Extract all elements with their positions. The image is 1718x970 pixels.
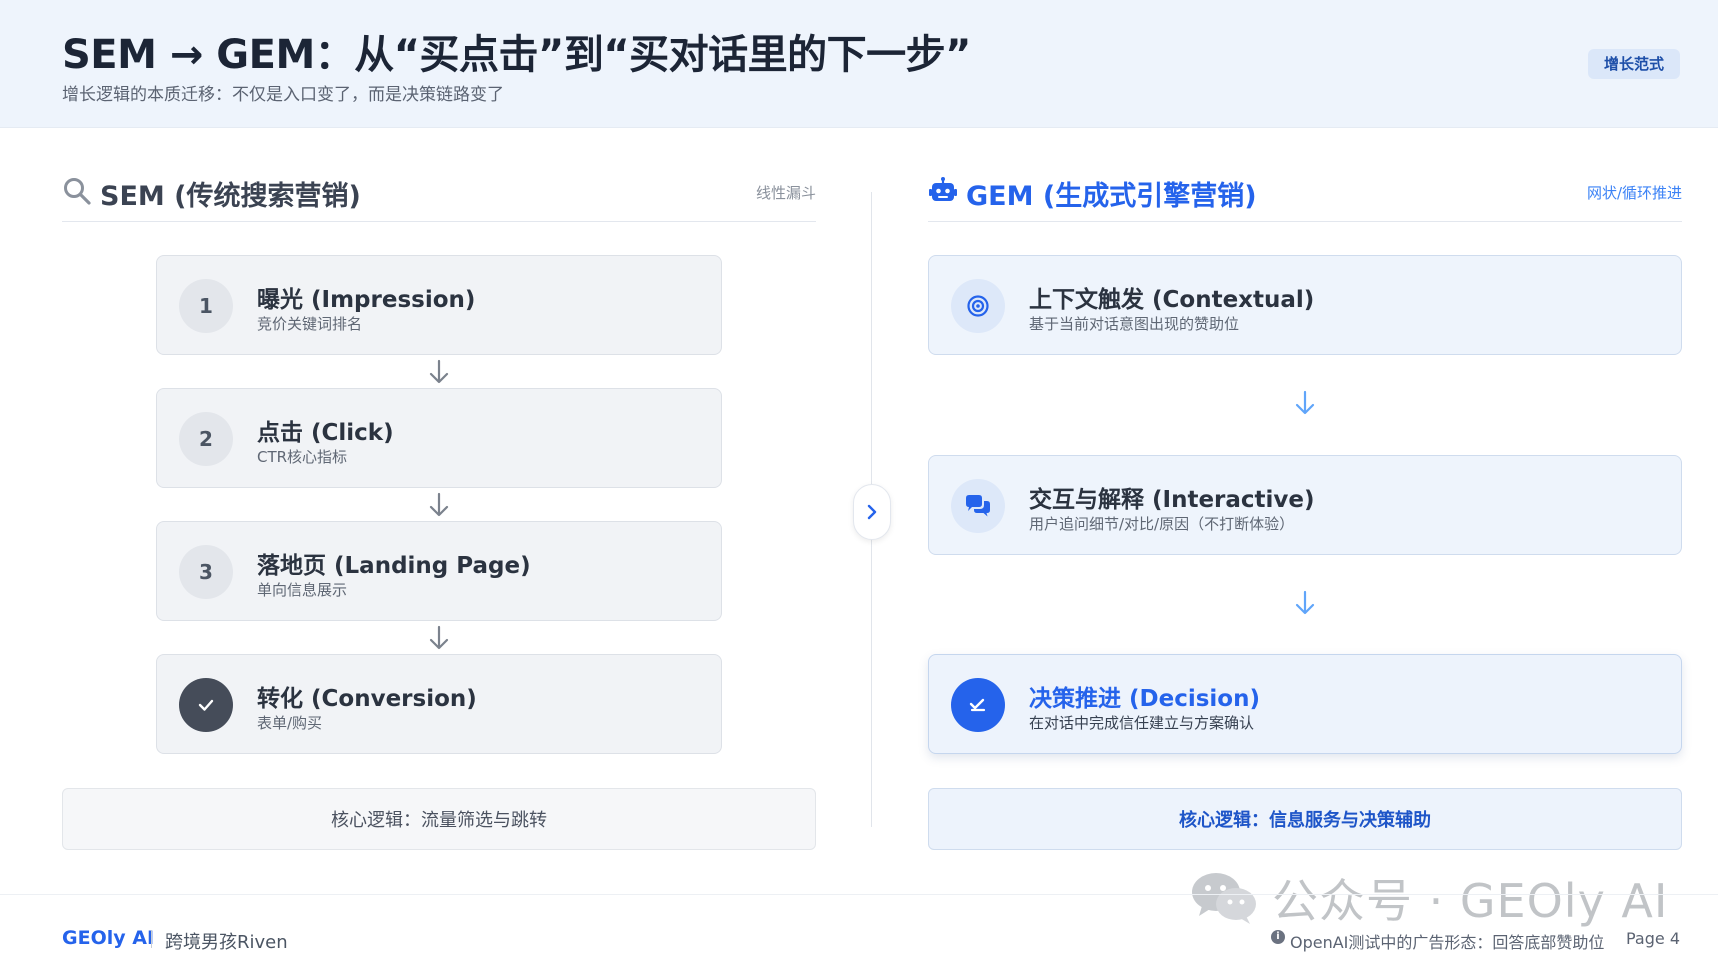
- step-number-badge: 1: [179, 279, 233, 333]
- next-button[interactable]: [853, 484, 891, 540]
- step-description: 基于当前对话意图出现的赞助位: [1029, 315, 1240, 333]
- footer-author: 跨境男孩Riven: [165, 932, 288, 953]
- slide-footer: GEOly AI 跨境男孩Riven i OpenAI测试中的广告形态：回答底部…: [0, 894, 1718, 970]
- gem-step-contextual: 上下文触发 (Contextual) 基于当前对话意图出现的赞助位: [928, 255, 1682, 355]
- step-icon-badge: [951, 479, 1005, 533]
- sem-header: SEM (传统搜索营销) 线性漏斗: [62, 170, 816, 222]
- sem-step-impression: 1 曝光 (Impression) 竞价关键词排名: [156, 255, 722, 355]
- footer-separator: [151, 930, 152, 948]
- arrow-down-icon: [1295, 590, 1315, 615]
- page-title: SEM → GEM：从“买点击”到“买对话里的下一步”: [62, 32, 971, 78]
- gem-title: GEM (生成式引擎营销): [966, 181, 1257, 212]
- sem-step-conversion: 转化 (Conversion) 表单/购买: [156, 654, 722, 754]
- sem-column: SEM (传统搜索营销) 线性漏斗 1 曝光 (Impression) 竞价关键…: [62, 170, 816, 850]
- search-icon: [64, 178, 91, 205]
- check-icon: [198, 699, 214, 711]
- step-title: 点击 (Click): [257, 420, 394, 446]
- step-description: CTR核心指标: [257, 448, 348, 466]
- arrow-down-icon: [429, 492, 449, 517]
- robot-icon: [929, 177, 957, 201]
- gem-core-logic: 核心逻辑：信息服务与决策辅助: [928, 788, 1682, 850]
- sem-core-logic: 核心逻辑：流量筛选与跳转: [62, 788, 816, 850]
- step-icon-badge: [951, 279, 1005, 333]
- sem-step-click: 2 点击 (Click) CTR核心指标: [156, 388, 722, 488]
- step-number-badge: 3: [179, 545, 233, 599]
- step-title: 交互与解释 (Interactive): [1029, 487, 1315, 513]
- slide-header: SEM → GEM：从“买点击”到“买对话里的下一步” 增长逻辑的本质迁移：不仅…: [0, 0, 1718, 128]
- arrow-down-icon: [1295, 390, 1315, 415]
- step-check-badge: [179, 678, 233, 732]
- chat-bubbles-icon: [966, 495, 990, 517]
- footer-note: OpenAI测试中的广告形态：回答底部赞助位: [1290, 933, 1605, 952]
- step-check-badge: [951, 678, 1005, 732]
- sem-step-landing-page: 3 落地页 (Landing Page) 单向信息展示: [156, 521, 722, 621]
- arrow-down-icon: [429, 359, 449, 384]
- step-title: 转化 (Conversion): [257, 686, 477, 712]
- target-icon: [967, 295, 989, 317]
- step-title: 曝光 (Impression): [257, 287, 476, 313]
- sem-title: SEM (传统搜索营销): [100, 181, 361, 212]
- gem-column: GEM (生成式引擎营销) 网状/循环推进 上下文触发 (Contextual)…: [928, 170, 1682, 850]
- step-description: 表单/购买: [257, 714, 323, 732]
- page-subtitle: 增长逻辑的本质迁移：不仅是入口变了，而是决策链路变了: [62, 85, 504, 105]
- gem-header: GEM (生成式引擎营销) 网状/循环推进: [928, 170, 1682, 222]
- gem-step-decision: 决策推进 (Decision) 在对话中完成信任建立与方案确认: [928, 654, 1682, 754]
- step-description: 单向信息展示: [257, 581, 348, 599]
- step-number-badge: 2: [179, 412, 233, 466]
- step-title: 决策推进 (Decision): [1029, 686, 1260, 712]
- step-description: 竞价关键词排名: [257, 315, 363, 333]
- arrow-down-icon: [429, 625, 449, 650]
- check-double-icon: [969, 698, 986, 712]
- chevron-right-icon: [867, 504, 877, 520]
- gem-tag: 网状/循环推进: [1586, 184, 1682, 202]
- step-title: 落地页 (Landing Page): [257, 553, 531, 579]
- step-description: 用户追问细节/对比/原因（不打断体验）: [1029, 515, 1295, 533]
- step-description: 在对话中完成信任建立与方案确认: [1029, 714, 1255, 732]
- page-number: Page 4: [1626, 929, 1680, 948]
- category-badge: 增长范式: [1587, 49, 1680, 79]
- info-icon: i: [1271, 930, 1285, 944]
- gem-step-interactive: 交互与解释 (Interactive) 用户追问细节/对比/原因（不打断体验）: [928, 455, 1682, 555]
- footer-brand: GEOly AI: [62, 927, 155, 949]
- sem-tag: 线性漏斗: [755, 184, 816, 202]
- step-title: 上下文触发 (Contextual): [1029, 287, 1315, 313]
